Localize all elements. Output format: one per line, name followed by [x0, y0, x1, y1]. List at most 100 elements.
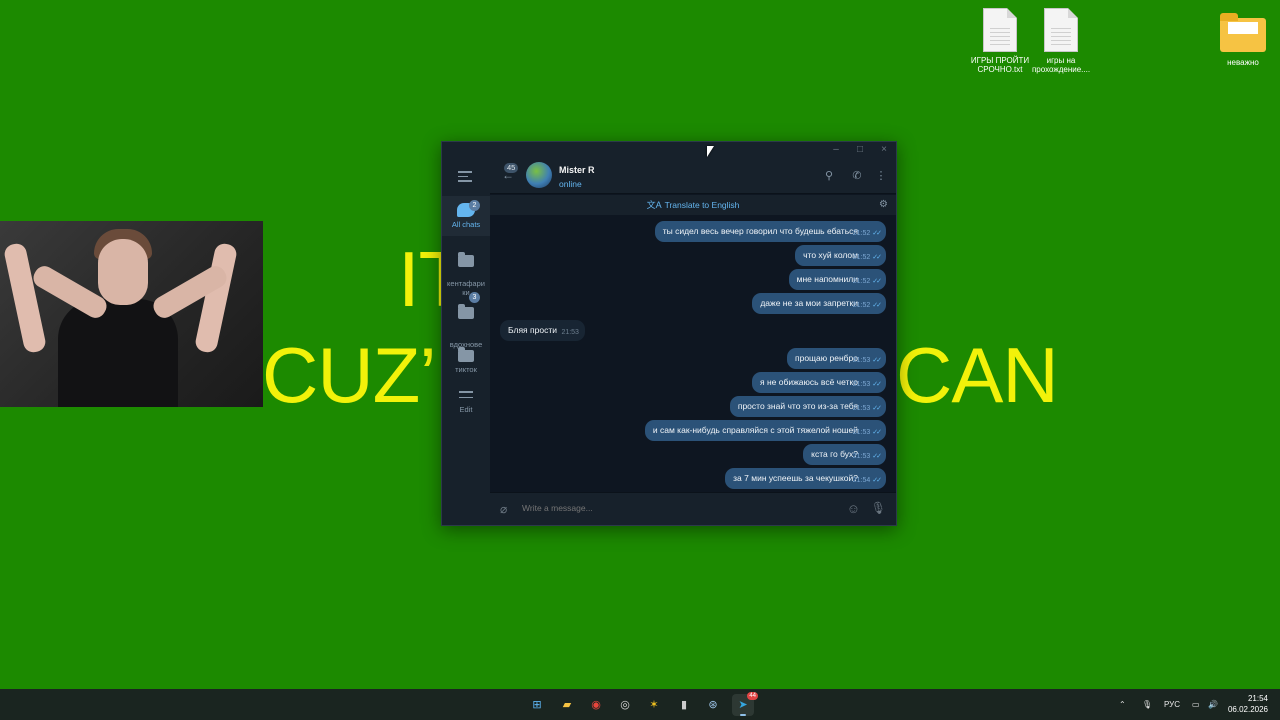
chat-status: online [559, 179, 582, 189]
folder-icon [458, 347, 474, 362]
avatar[interactable] [526, 162, 552, 188]
folder-tab-all-chats[interactable]: 2 All chats [442, 196, 490, 236]
message-outgoing[interactable]: я не обижаюсь всё четко 21:53 ✓✓ [752, 372, 886, 393]
file-explorer-icon[interactable]: ▰ [556, 694, 578, 716]
clock-time: 21:54 [1247, 694, 1268, 703]
game-icon[interactable]: ✶ [643, 694, 665, 716]
microphone-tray-icon[interactable]: 🎙 [1142, 689, 1152, 720]
folder-icon [458, 304, 474, 319]
folder-icon [1220, 13, 1266, 52]
message-text: даже не за мои запретки [760, 298, 858, 308]
folder-sidebar: 2 All chats кентафари ки 3 вдохнове ние … [442, 158, 490, 525]
folder-label: тикток [455, 365, 477, 374]
chrome-icon[interactable]: ◉ [585, 694, 607, 716]
phone-icon[interactable]: ✆ [850, 169, 864, 183]
chat-title[interactable]: Mister R [559, 165, 595, 175]
double-check-icon: ✓✓ [872, 381, 882, 388]
system-clock[interactable]: 21:54 06.02.2026 [1228, 693, 1268, 715]
text-file-icon [1044, 8, 1078, 52]
message-composer: ⌀ ☺ 🎙 [490, 492, 896, 525]
message-input[interactable] [522, 503, 822, 513]
paperclip-icon[interactable]: ⌀ [500, 502, 507, 516]
message-outgoing[interactable]: даже не за мои запретки 21:52 ✓✓ [752, 293, 886, 314]
message-text: прощаю ренбро [795, 353, 858, 363]
app-icon[interactable]: ▮ [673, 694, 695, 716]
folder-tab-tiktok[interactable]: тикток [442, 347, 490, 380]
minimize-icon[interactable]: – [824, 143, 848, 157]
steam-icon[interactable]: ⊛ [702, 694, 724, 716]
settings-sliders-icon[interactable]: ⚙ [879, 195, 888, 215]
translate-icon: 文A [646, 200, 662, 210]
message-time: 21:53 [561, 329, 579, 336]
search-icon[interactable]: ⚲ [822, 169, 836, 183]
message-outgoing[interactable]: что хуй колом 21:52 ✓✓ [795, 245, 886, 266]
message-outgoing[interactable]: ты сидел весь вечер говорил что будешь е… [654, 221, 886, 242]
message-text: за 7 мин успеешь за чекушкой? [733, 473, 858, 483]
emoji-icon[interactable]: ☺ [847, 501, 860, 516]
double-check-icon: ✓✓ [872, 429, 882, 436]
text-file-icon [983, 8, 1017, 52]
message-outgoing[interactable]: кста го бух? 21:53 ✓✓ [803, 444, 886, 465]
message-time: 21:53 [852, 381, 871, 388]
folder-tab-edit[interactable]: Edit [442, 391, 490, 421]
double-check-icon: ✓✓ [872, 405, 882, 412]
desktop-folder-nevazhno[interactable]: неважно [1211, 12, 1275, 67]
desktop-icon-label: неважно [1227, 58, 1259, 67]
message-outgoing[interactable]: за 7 мин успеешь за чекушкой? 21:54 ✓✓ [725, 468, 886, 489]
wallpaper-text-line2a: CUZ’ [262, 331, 437, 419]
double-check-icon: ✓✓ [872, 302, 882, 309]
double-check-icon: ✓✓ [872, 278, 882, 285]
message-time: 21:52 [852, 230, 871, 237]
translate-bar[interactable]: 文A Translate to English ⚙ [490, 195, 896, 215]
desktop-file-igry-na-prohozhdenie[interactable]: игры на прохождение.... [1029, 8, 1093, 74]
double-check-icon: ✓✓ [872, 254, 882, 261]
double-check-icon: ✓✓ [872, 453, 882, 460]
menu-icon[interactable] [458, 171, 472, 182]
message-time: 21:53 [852, 429, 871, 436]
window-title-bar[interactable]: – □ × [442, 142, 896, 158]
message-outgoing[interactable]: просто знай что это из-за тебя 21:53 ✓✓ [729, 396, 886, 417]
windows-start-icon[interactable]: ⊞ [526, 694, 548, 716]
more-vertical-icon[interactable]: ⋮ [874, 169, 888, 183]
message-list[interactable]: ты сидел весь вечер говорил что будешь е… [490, 215, 896, 493]
double-check-icon: ✓✓ [872, 477, 882, 484]
folder-tab-vdohnovenie[interactable]: 3 вдохнове ние [442, 292, 490, 358]
telegram-icon[interactable]: ➤ 44 [732, 692, 758, 716]
clock-date: 06.02.2026 [1227, 705, 1268, 714]
message-outgoing[interactable]: и сам как-нибудь справляйся с этой тяжел… [644, 420, 886, 441]
display-icon[interactable]: ▭ [1192, 689, 1200, 720]
desktop-file-igry-proiti[interactable]: ИГРЫ ПРОЙТИ СРОЧНО.txt [968, 8, 1032, 74]
message-outgoing[interactable]: прощаю ренбро 21:53 ✓✓ [787, 348, 886, 369]
telegram-window: – □ × 2 All chats кентафари ки 3 вдохнов… [441, 141, 897, 526]
chat-header: ← 45 Mister R online ⚲ ✆ ⋮ [490, 158, 896, 194]
message-incoming[interactable]: Бляя прости 21:53 [500, 320, 585, 341]
folder-icon [458, 252, 474, 267]
message-text: я не обижаюсь всё четко [760, 377, 858, 387]
message-text: ты сидел весь вечер говорил что будешь е… [662, 226, 858, 236]
folder-badge: 3 [469, 292, 480, 303]
chevron-up-icon[interactable]: ⌃ [1119, 689, 1126, 720]
message-time: 21:52 [852, 254, 871, 261]
taskbar: ⊞ ▰ ◉ ◎ ✶ ▮ ⊛ ➤ 44 ⌃ 🎙 РУС ▭ 🔊 21:54 06.… [0, 689, 1280, 720]
message-text: просто знай что это из-за тебя [737, 401, 858, 411]
double-check-icon: ✓✓ [872, 230, 882, 237]
unread-count-badge: 45 [504, 163, 519, 173]
folder-tab-kentafariki[interactable]: кентафари ки [442, 246, 490, 297]
close-icon[interactable]: × [872, 143, 896, 157]
message-time: 21:53 [852, 405, 871, 412]
wallpaper-text-line2b: CAN [896, 331, 1059, 419]
message-text: и сам как-нибудь справляйся с этой тяжел… [652, 425, 858, 435]
language-indicator[interactable]: РУС [1164, 689, 1180, 720]
telegram-taskbar-badge: 44 [747, 692, 758, 700]
microphone-icon[interactable]: 🎙 [871, 501, 886, 515]
message-outgoing[interactable]: мне напомнили 21:52 ✓✓ [788, 269, 886, 290]
obs-icon[interactable]: ◎ [614, 694, 636, 716]
folder-badge: 2 [469, 200, 480, 211]
message-text: что хуй колом [803, 250, 858, 260]
speaker-icon[interactable]: 🔊 [1208, 689, 1218, 720]
folder-label: All chats [451, 220, 481, 229]
message-text: Бляя прости [508, 325, 557, 335]
message-time: 21:53 [852, 453, 871, 460]
maximize-icon[interactable]: □ [848, 143, 872, 157]
desktop-icon-label: ИГРЫ ПРОЙТИ СРОЧНО.txt [970, 56, 1030, 74]
